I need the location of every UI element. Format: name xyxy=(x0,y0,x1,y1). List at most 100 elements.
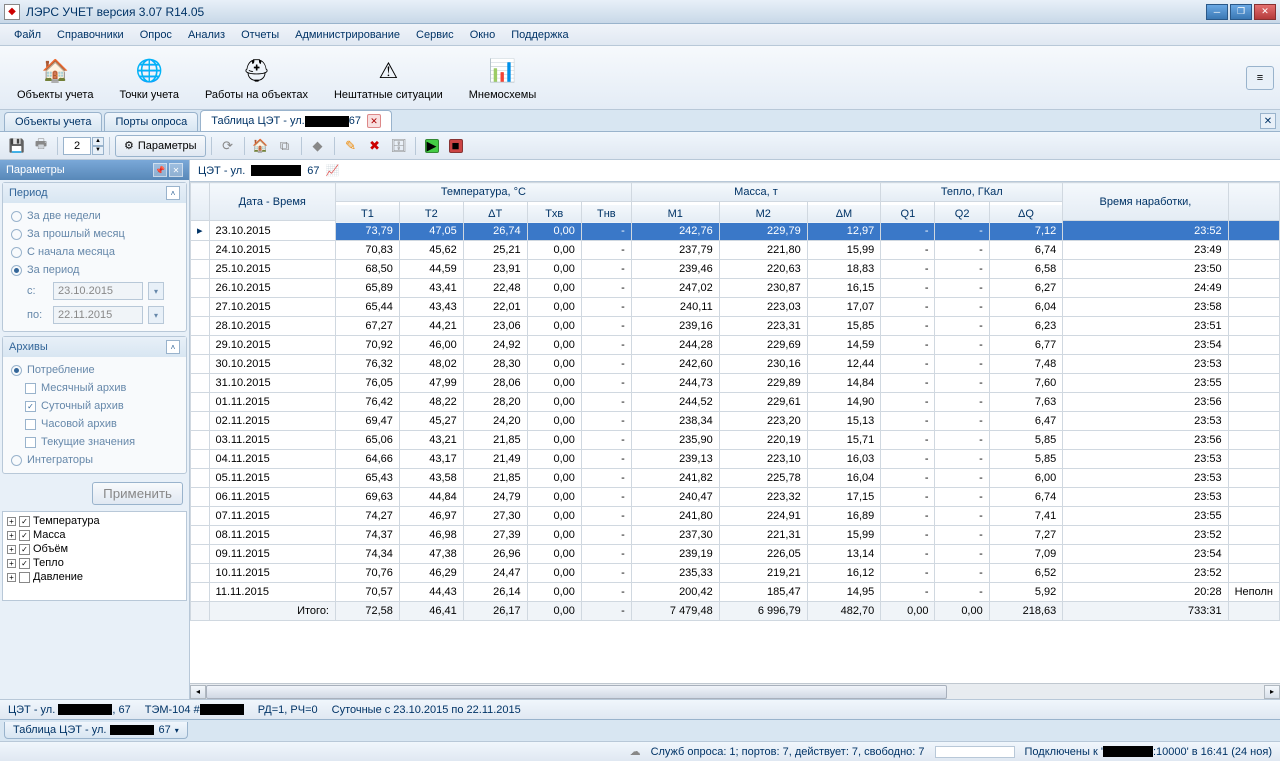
table-row[interactable]: 08.11.201574,3746,9827,390,00-237,30221,… xyxy=(191,526,1280,545)
col-runtime[interactable]: Время наработки, xyxy=(1063,183,1228,221)
copy-icon[interactable]: ⧉ xyxy=(274,135,296,157)
table-row[interactable]: 01.11.201576,4248,2228,200,00-244,52229,… xyxy=(191,393,1280,412)
sidebar-close-icon[interactable]: ✕ xyxy=(169,163,183,177)
col-T2[interactable]: T2 xyxy=(399,204,463,223)
date-from-input[interactable] xyxy=(53,282,143,300)
date-from-dropdown[interactable]: ▾ xyxy=(148,282,164,300)
table-row[interactable]: 07.11.201574,2746,9727,300,00-241,80224,… xyxy=(191,507,1280,526)
col-Q2[interactable]: Q2 xyxy=(935,204,989,223)
date-to-input[interactable] xyxy=(53,306,143,324)
menu-опрос[interactable]: Опрос xyxy=(132,24,180,45)
maximize-button[interactable]: ❐ xyxy=(1230,4,1252,20)
expand-icon[interactable]: + xyxy=(7,573,16,582)
menu-отчеты[interactable]: Отчеты xyxy=(233,24,287,45)
tab-1[interactable]: Порты опроса xyxy=(104,112,198,131)
edit-icon[interactable]: ✎ xyxy=(340,135,362,157)
table-row[interactable]: 02.11.201569,4745,2724,200,00-238,34223,… xyxy=(191,412,1280,431)
bottom-tab-item[interactable]: Таблица ЦЭТ - ул. 67 ▾ xyxy=(4,722,188,739)
tree-item-1[interactable]: +Масса xyxy=(5,528,184,542)
expand-icon[interactable]: + xyxy=(7,559,16,568)
col-M1[interactable]: M1 xyxy=(631,204,719,223)
expand-icon[interactable]: + xyxy=(7,531,16,540)
scroll-right-icon[interactable]: ▸ xyxy=(1264,685,1280,699)
table-row[interactable]: 25.10.201568,5044,5923,910,00-239,46220,… xyxy=(191,260,1280,279)
table-row[interactable]: 29.10.201570,9246,0024,920,00-244,28229,… xyxy=(191,336,1280,355)
stop-icon[interactable]: ■ xyxy=(445,135,467,157)
page-number-input[interactable] xyxy=(63,137,91,155)
table-row[interactable]: 31.10.201576,0547,9928,060,00-244,73229,… xyxy=(191,374,1280,393)
table-row[interactable]: 06.11.201569,6344,8424,790,00-240,47223,… xyxy=(191,488,1280,507)
spin-up[interactable]: ▲ xyxy=(92,137,104,146)
close-button[interactable]: ✕ xyxy=(1254,4,1276,20)
tab-2[interactable]: Таблица ЦЭТ - ул. 67✕ xyxy=(200,110,392,131)
close-all-tabs-button[interactable]: ✕ xyxy=(1260,113,1276,129)
col-Q1[interactable]: Q1 xyxy=(881,204,935,223)
home-icon[interactable]: 🏠 xyxy=(250,135,272,157)
menu-окно[interactable]: Окно xyxy=(462,24,504,45)
archive-check-1[interactable]: Суточный архив xyxy=(25,397,178,415)
table-row[interactable]: 03.11.201565,0643,2121,850,00-235,90220,… xyxy=(191,431,1280,450)
table-row[interactable]: 10.11.201570,7646,2924,470,00-235,33219,… xyxy=(191,564,1280,583)
table-row[interactable]: 05.11.201565,4343,5821,850,00-241,82225,… xyxy=(191,469,1280,488)
col-M2[interactable]: M2 xyxy=(719,204,807,223)
scroll-thumb[interactable] xyxy=(206,685,947,699)
horizontal-scrollbar[interactable]: ◂ ▸ xyxy=(190,683,1280,699)
table-row[interactable]: 26.10.201565,8943,4122,480,00-247,02230,… xyxy=(191,279,1280,298)
table-row[interactable]: 27.10.201565,4443,4322,010,00-240,11223,… xyxy=(191,298,1280,317)
tree-item-2[interactable]: +Объём xyxy=(5,542,184,556)
export-icon[interactable]: ◆ xyxy=(307,135,329,157)
menu-анализ[interactable]: Анализ xyxy=(180,24,233,45)
radio-integrators[interactable]: Интеграторы xyxy=(11,451,178,469)
archive-check-0[interactable]: Месячный архив xyxy=(25,379,178,397)
apply-button[interactable]: Применить xyxy=(92,482,183,505)
tab-0[interactable]: Объекты учета xyxy=(4,112,102,131)
date-to-dropdown[interactable]: ▾ xyxy=(148,306,164,324)
toolbar-btn-0[interactable]: 🏠Объекты учета xyxy=(6,49,104,107)
spin-down[interactable]: ▼ xyxy=(92,146,104,155)
col-ΔQ[interactable]: ΔQ xyxy=(989,204,1063,223)
menu-файл[interactable]: Файл xyxy=(6,24,49,45)
refresh-icon[interactable]: ⟳ xyxy=(217,135,239,157)
menu-администрирование[interactable]: Администрирование xyxy=(287,24,408,45)
col-ΔM[interactable]: ΔM xyxy=(807,204,881,223)
col-date[interactable]: Дата - Время xyxy=(209,183,335,221)
table-row[interactable]: ▸23.10.201573,7947,0526,740,00-242,76229… xyxy=(191,221,1280,241)
run-icon[interactable]: ▶ xyxy=(421,135,443,157)
tab-close-icon[interactable]: ✕ xyxy=(367,114,381,128)
toolbar-btn-3[interactable]: ⚠Нештатные ситуации xyxy=(323,49,454,107)
scroll-left-icon[interactable]: ◂ xyxy=(190,685,206,699)
col-Tнв[interactable]: Tнв xyxy=(581,204,631,223)
toolbar-btn-4[interactable]: 📊Мнемосхемы xyxy=(458,49,548,107)
table-row[interactable]: 04.11.201564,6643,1721,490,00-239,13223,… xyxy=(191,450,1280,469)
archive-check-3[interactable]: Текущие значения xyxy=(25,433,178,451)
period-radio-0[interactable]: За две недели xyxy=(11,207,178,225)
tree-item-4[interactable]: +Давление xyxy=(5,570,184,584)
expand-icon[interactable]: + xyxy=(7,517,16,526)
archives-panel-header[interactable]: Архивы˄ xyxy=(3,337,186,357)
col-T1[interactable]: T1 xyxy=(336,204,400,223)
menu-справочники[interactable]: Справочники xyxy=(49,24,132,45)
minimize-button[interactable]: ─ xyxy=(1206,4,1228,20)
table-row[interactable]: 30.10.201576,3248,0228,300,00-242,60230,… xyxy=(191,355,1280,374)
table-row[interactable]: 28.10.201567,2744,2123,060,00-239,16223,… xyxy=(191,317,1280,336)
page-spinner[interactable]: ▲▼ xyxy=(63,137,104,155)
col-Tхв[interactable]: Tхв xyxy=(527,204,581,223)
period-radio-3[interactable]: За период xyxy=(11,261,178,279)
menu-поддержка[interactable]: Поддержка xyxy=(503,24,576,45)
toolbar-btn-2[interactable]: ⛑Работы на объектах xyxy=(194,49,319,107)
pin-icon[interactable]: 📌 xyxy=(153,163,167,177)
period-radio-1[interactable]: За прошлый месяц xyxy=(11,225,178,243)
radio-consumption[interactable]: Потребление xyxy=(11,361,178,379)
archive-icon[interactable]: 🗄 xyxy=(388,135,410,157)
delete-icon[interactable]: ✖ xyxy=(364,135,386,157)
col-ΔT[interactable]: ΔT xyxy=(463,204,527,223)
expand-icon[interactable]: + xyxy=(7,545,16,554)
period-radio-2[interactable]: С начала месяца xyxy=(11,243,178,261)
tree-item-0[interactable]: +Температура xyxy=(5,514,184,528)
tree-item-3[interactable]: +Тепло xyxy=(5,556,184,570)
save-icon[interactable]: 💾 xyxy=(6,135,28,157)
table-row[interactable]: 09.11.201574,3447,3826,960,00-239,19226,… xyxy=(191,545,1280,564)
archive-check-2[interactable]: Часовой архив xyxy=(25,415,178,433)
table-row[interactable]: 11.11.201570,5744,4326,140,00-200,42185,… xyxy=(191,583,1280,602)
table-row[interactable]: 24.10.201570,8345,6225,210,00-237,79221,… xyxy=(191,241,1280,260)
